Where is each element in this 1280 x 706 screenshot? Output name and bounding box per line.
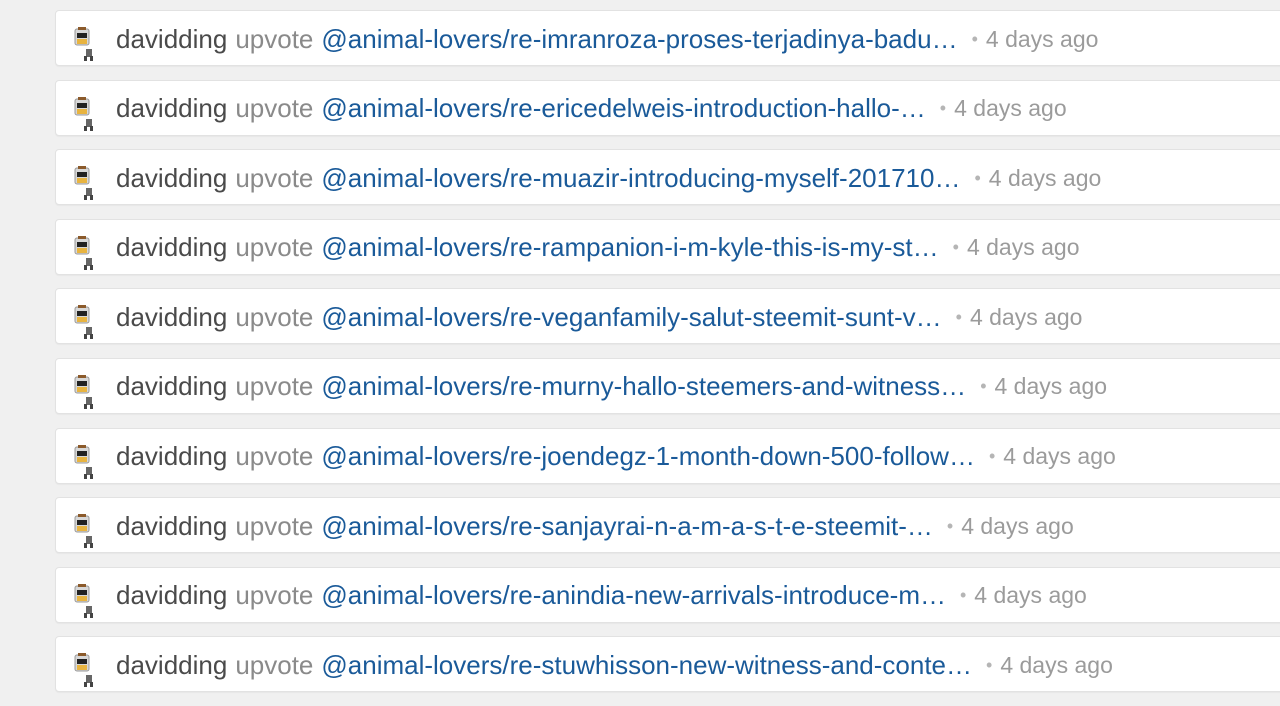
author-link[interactable]: davidding xyxy=(116,650,227,681)
separator: • xyxy=(955,306,962,327)
activity-line: davidding upvote @animal-lovers/re-sanja… xyxy=(116,498,1074,554)
robot-avatar-icon[interactable] xyxy=(70,512,96,550)
post-link[interactable]: @animal-lovers/re-sanjayrai-n-a-m-a-s-t-… xyxy=(321,511,933,542)
action-label: upvote xyxy=(235,232,314,263)
list-item: davidding upvote @animal-lovers/re-anind… xyxy=(55,566,1280,624)
timestamp: 4 days ago xyxy=(994,373,1108,400)
post-link[interactable]: @animal-lovers/re-imranroza-proses-terja… xyxy=(321,24,957,55)
list-item: davidding upvote @animal-lovers/re-sanja… xyxy=(55,497,1280,554)
post-link[interactable]: @animal-lovers/re-murny-hallo-steemers-a… xyxy=(321,371,966,402)
post-link[interactable]: @animal-lovers/re-rampanion-i-m-kyle-thi… xyxy=(321,232,938,263)
separator: • xyxy=(986,654,993,675)
action-label: upvote xyxy=(235,23,314,54)
post-link[interactable]: @animal-lovers/re-anindia-new-arrivals-i… xyxy=(321,580,946,611)
activity-feed: davidding upvote @animal-lovers/re-imran… xyxy=(55,10,1280,706)
activity-line: davidding upvote @animal-lovers/re-joend… xyxy=(116,429,1116,485)
list-item: davidding upvote @animal-lovers/re-joend… xyxy=(55,427,1280,485)
action-label: upvote xyxy=(235,301,314,332)
timestamp: 4 days ago xyxy=(1000,651,1113,678)
timestamp: 4 days ago xyxy=(969,303,1083,330)
activity-line: davidding upvote @animal-lovers/re-anind… xyxy=(116,568,1087,624)
robot-avatar-icon[interactable] xyxy=(70,25,96,63)
author-link[interactable]: davidding xyxy=(116,232,227,263)
robot-avatar-icon[interactable] xyxy=(70,443,96,481)
separator: • xyxy=(959,585,967,606)
list-item: davidding upvote @animal-lovers/re-stuwh… xyxy=(55,636,1280,693)
separator: • xyxy=(971,28,978,49)
action-label: upvote xyxy=(235,162,314,193)
action-label: upvote xyxy=(235,649,314,680)
list-item: davidding upvote @animal-lovers/re-muazi… xyxy=(55,149,1280,206)
timestamp: 4 days ago xyxy=(954,95,1067,122)
author-link[interactable]: davidding xyxy=(116,371,227,402)
timestamp: 4 days ago xyxy=(985,25,1099,52)
action-label: upvote xyxy=(235,580,314,611)
author-link[interactable]: davidding xyxy=(116,441,227,472)
author-link[interactable]: davidding xyxy=(116,302,227,333)
robot-avatar-icon[interactable] xyxy=(70,164,96,202)
post-link[interactable]: @animal-lovers/re-ericedelweis-introduct… xyxy=(321,93,925,124)
separator: • xyxy=(980,376,987,397)
list-item: davidding upvote @animal-lovers/re-rampa… xyxy=(55,218,1280,276)
separator: • xyxy=(974,167,981,188)
robot-avatar-icon[interactable] xyxy=(70,651,96,689)
separator: • xyxy=(946,515,954,536)
action-label: upvote xyxy=(235,93,314,124)
robot-avatar-icon[interactable] xyxy=(70,95,96,133)
post-link[interactable]: @animal-lovers/re-joendegz-1-month-down-… xyxy=(321,441,975,472)
robot-avatar-icon[interactable] xyxy=(70,582,96,620)
list-item: davidding upvote @animal-lovers/re-vegan… xyxy=(55,288,1280,345)
activity-line: davidding upvote @animal-lovers/re-stuwh… xyxy=(116,637,1113,693)
timestamp: 4 days ago xyxy=(966,234,1080,261)
separator: • xyxy=(988,446,996,467)
author-link[interactable]: davidding xyxy=(116,511,227,542)
robot-avatar-icon[interactable] xyxy=(70,234,96,272)
post-link[interactable]: @animal-lovers/re-stuwhisson-new-witness… xyxy=(321,650,972,681)
author-link[interactable]: davidding xyxy=(116,580,227,611)
list-item: davidding upvote @animal-lovers/re-erice… xyxy=(55,79,1280,137)
list-item: davidding upvote @animal-lovers/re-murny… xyxy=(55,357,1280,415)
activity-line: davidding upvote @animal-lovers/re-vegan… xyxy=(116,289,1082,345)
author-link[interactable]: davidding xyxy=(116,163,227,194)
timestamp: 4 days ago xyxy=(961,512,1074,539)
separator: • xyxy=(939,98,947,119)
post-link[interactable]: @animal-lovers/re-veganfamily-salut-stee… xyxy=(321,302,941,333)
action-label: upvote xyxy=(235,510,314,541)
author-link[interactable]: davidding xyxy=(116,24,227,55)
activity-line: davidding upvote @animal-lovers/re-erice… xyxy=(116,81,1067,137)
post-link[interactable]: @animal-lovers/re-muazir-introducing-mys… xyxy=(321,163,960,194)
action-label: upvote xyxy=(235,371,314,402)
action-label: upvote xyxy=(235,441,314,472)
robot-avatar-icon[interactable] xyxy=(70,373,96,411)
activity-line: davidding upvote @animal-lovers/re-murny… xyxy=(116,359,1107,415)
timestamp: 4 days ago xyxy=(1003,443,1116,470)
robot-avatar-icon[interactable] xyxy=(70,303,96,341)
list-item: davidding upvote @animal-lovers/re-imran… xyxy=(55,10,1280,66)
timestamp: 4 days ago xyxy=(974,582,1087,609)
separator: • xyxy=(952,237,959,258)
timestamp: 4 days ago xyxy=(988,164,1102,191)
activity-line: davidding upvote @animal-lovers/re-rampa… xyxy=(116,220,1079,276)
activity-line: davidding upvote @animal-lovers/re-muazi… xyxy=(116,150,1101,206)
author-link[interactable]: davidding xyxy=(116,93,227,124)
activity-line: davidding upvote @animal-lovers/re-imran… xyxy=(116,11,1098,67)
